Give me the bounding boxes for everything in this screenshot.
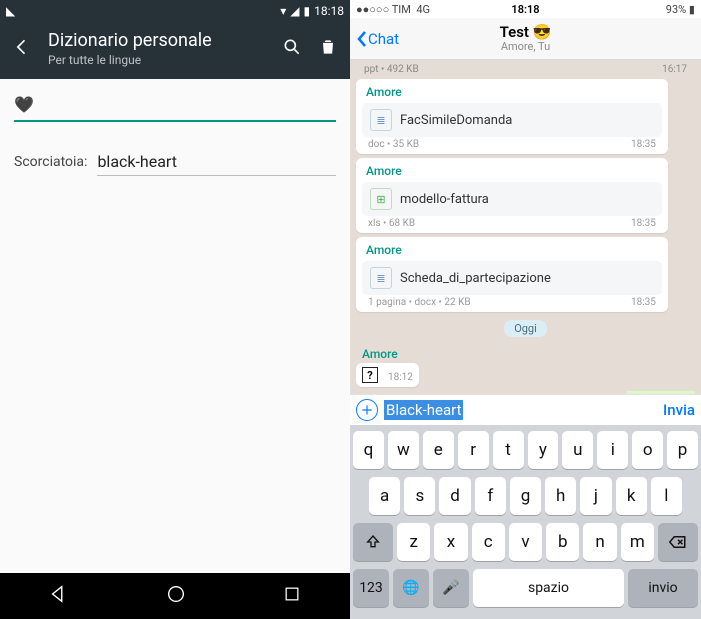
doc-icon: ≣ bbox=[370, 267, 392, 289]
backspace-key[interactable] bbox=[658, 523, 698, 561]
android-pane: ◣ ▾ ◢ ▮ 18:18 Dizionario personale Per t… bbox=[0, 0, 350, 619]
key-d[interactable]: d bbox=[439, 477, 470, 515]
sender-name: Amore bbox=[362, 83, 662, 101]
message-input[interactable]: Black-heart bbox=[384, 401, 657, 419]
prev-doc-meta: ppt • 492 KB16:17 bbox=[356, 64, 695, 75]
compose-bar: Black-heart Invia bbox=[350, 394, 701, 425]
numbers-key[interactable]: 123 bbox=[353, 569, 389, 607]
doc-message[interactable]: Amore ≣ FacSimileDomanda doc • 35 KB18:3… bbox=[356, 79, 668, 154]
ios-nav-bar: Chat Test 😎 Amore, Tu bbox=[350, 18, 701, 60]
attach-button[interactable] bbox=[356, 399, 378, 421]
signal-icon: ◢ bbox=[290, 4, 299, 18]
key-y[interactable]: y bbox=[528, 431, 559, 469]
back-button[interactable]: Chat bbox=[356, 30, 399, 48]
key-n[interactable]: n bbox=[583, 523, 616, 561]
key-x[interactable]: x bbox=[434, 523, 467, 561]
word-input[interactable] bbox=[14, 89, 336, 122]
search-icon[interactable] bbox=[282, 37, 302, 61]
xls-icon: ⊞ bbox=[370, 188, 392, 210]
keyboard-row: z x c v b n m bbox=[353, 523, 698, 561]
incoming-message[interactable]: Amore ? 18:12 bbox=[356, 345, 419, 387]
key-w[interactable]: w bbox=[388, 431, 419, 469]
doc-icon: ≣ bbox=[370, 109, 392, 131]
key-v[interactable]: v bbox=[509, 523, 542, 561]
globe-key[interactable]: 🌐 bbox=[393, 569, 429, 607]
key-m[interactable]: m bbox=[621, 523, 654, 561]
chat-area[interactable]: ppt • 492 KB16:17 Amore ≣ FacSimileDoman… bbox=[350, 60, 701, 394]
doc-filename: Scheda_di_partecipazione bbox=[400, 271, 551, 286]
android-body: Scorciatoia: bbox=[0, 79, 350, 336]
status-notification-icon: ◣ bbox=[6, 4, 15, 18]
sender-name: Amore bbox=[362, 162, 662, 180]
return-key[interactable]: invio bbox=[628, 569, 698, 607]
key-z[interactable]: z bbox=[397, 523, 430, 561]
back-arrow-icon[interactable] bbox=[12, 37, 32, 61]
mic-key[interactable]: 🎤 bbox=[433, 569, 469, 607]
key-g[interactable]: g bbox=[510, 477, 541, 515]
nav-recent-icon[interactable] bbox=[282, 584, 302, 608]
key-e[interactable]: e bbox=[423, 431, 454, 469]
doc-message[interactable]: Amore ⊞ modello-fattura xls • 68 KB18:35 bbox=[356, 158, 668, 233]
ios-pane: ●●○○○ TIM 4G 18:18 93% ▮ Chat Test 😎 Amo… bbox=[350, 0, 701, 619]
android-nav-bar bbox=[0, 573, 350, 619]
wifi-icon: ▾ bbox=[280, 4, 286, 18]
key-f[interactable]: f bbox=[475, 477, 506, 515]
key-j[interactable]: j bbox=[580, 477, 611, 515]
key-k[interactable]: k bbox=[616, 477, 647, 515]
key-h[interactable]: h bbox=[545, 477, 576, 515]
key-s[interactable]: s bbox=[404, 477, 435, 515]
shortcut-label: Scorciatoia: bbox=[14, 154, 87, 170]
android-toolbar: Dizionario personale Per tutte le lingue bbox=[0, 22, 350, 79]
doc-filename: modello-fattura bbox=[400, 192, 489, 207]
doc-message[interactable]: Amore ≣ Scheda_di_partecipazione 1 pagin… bbox=[356, 237, 668, 312]
keyboard-row: q w e r t y u i o p bbox=[353, 431, 698, 469]
ios-keyboard: q w e r t y u i o p a s d f g h j k l z … bbox=[350, 425, 701, 619]
status-time: 18:18 bbox=[314, 4, 344, 18]
send-button[interactable]: Invia bbox=[663, 401, 695, 419]
nav-home-icon[interactable] bbox=[165, 583, 187, 609]
android-status-bar: ◣ ▾ ◢ ▮ 18:18 bbox=[0, 0, 350, 22]
status-time: 18:18 bbox=[350, 3, 701, 16]
key-t[interactable]: t bbox=[493, 431, 524, 469]
keyboard-row: 123 🌐 🎤 spazio invio bbox=[353, 569, 698, 607]
key-c[interactable]: c bbox=[472, 523, 505, 561]
key-p[interactable]: p bbox=[667, 431, 698, 469]
nav-back-icon[interactable] bbox=[48, 583, 70, 609]
key-l[interactable]: l bbox=[651, 477, 682, 515]
delete-icon[interactable] bbox=[318, 37, 338, 61]
key-i[interactable]: i bbox=[597, 431, 628, 469]
chat-title[interactable]: Test 😎 bbox=[500, 24, 552, 41]
key-r[interactable]: r bbox=[458, 431, 489, 469]
battery-icon: ▮ bbox=[304, 4, 311, 18]
sender-name: Amore bbox=[362, 241, 662, 259]
message-time: 18:12 bbox=[388, 372, 413, 383]
key-q[interactable]: q bbox=[353, 431, 384, 469]
ios-status-bar: ●●○○○ TIM 4G 18:18 93% ▮ bbox=[350, 0, 701, 18]
unknown-glyph-icon: ? bbox=[362, 367, 378, 383]
shortcut-input[interactable] bbox=[97, 148, 336, 176]
toolbar-subtitle: Per tutte le lingue bbox=[48, 53, 266, 67]
toolbar-title: Dizionario personale bbox=[48, 30, 266, 51]
key-o[interactable]: o bbox=[632, 431, 663, 469]
keyboard-row: a s d f g h j k l bbox=[353, 477, 698, 515]
key-a[interactable]: a bbox=[369, 477, 400, 515]
shift-key[interactable] bbox=[353, 523, 393, 561]
key-b[interactable]: b bbox=[546, 523, 579, 561]
space-key[interactable]: spazio bbox=[473, 569, 624, 607]
chat-subtitle: Amore, Tu bbox=[500, 41, 552, 53]
doc-filename: FacSimileDomanda bbox=[400, 113, 512, 128]
day-separator: Oggi bbox=[504, 320, 547, 337]
key-u[interactable]: u bbox=[562, 431, 593, 469]
outgoing-message[interactable]: ? 18:18 ✓✓ bbox=[627, 391, 695, 394]
